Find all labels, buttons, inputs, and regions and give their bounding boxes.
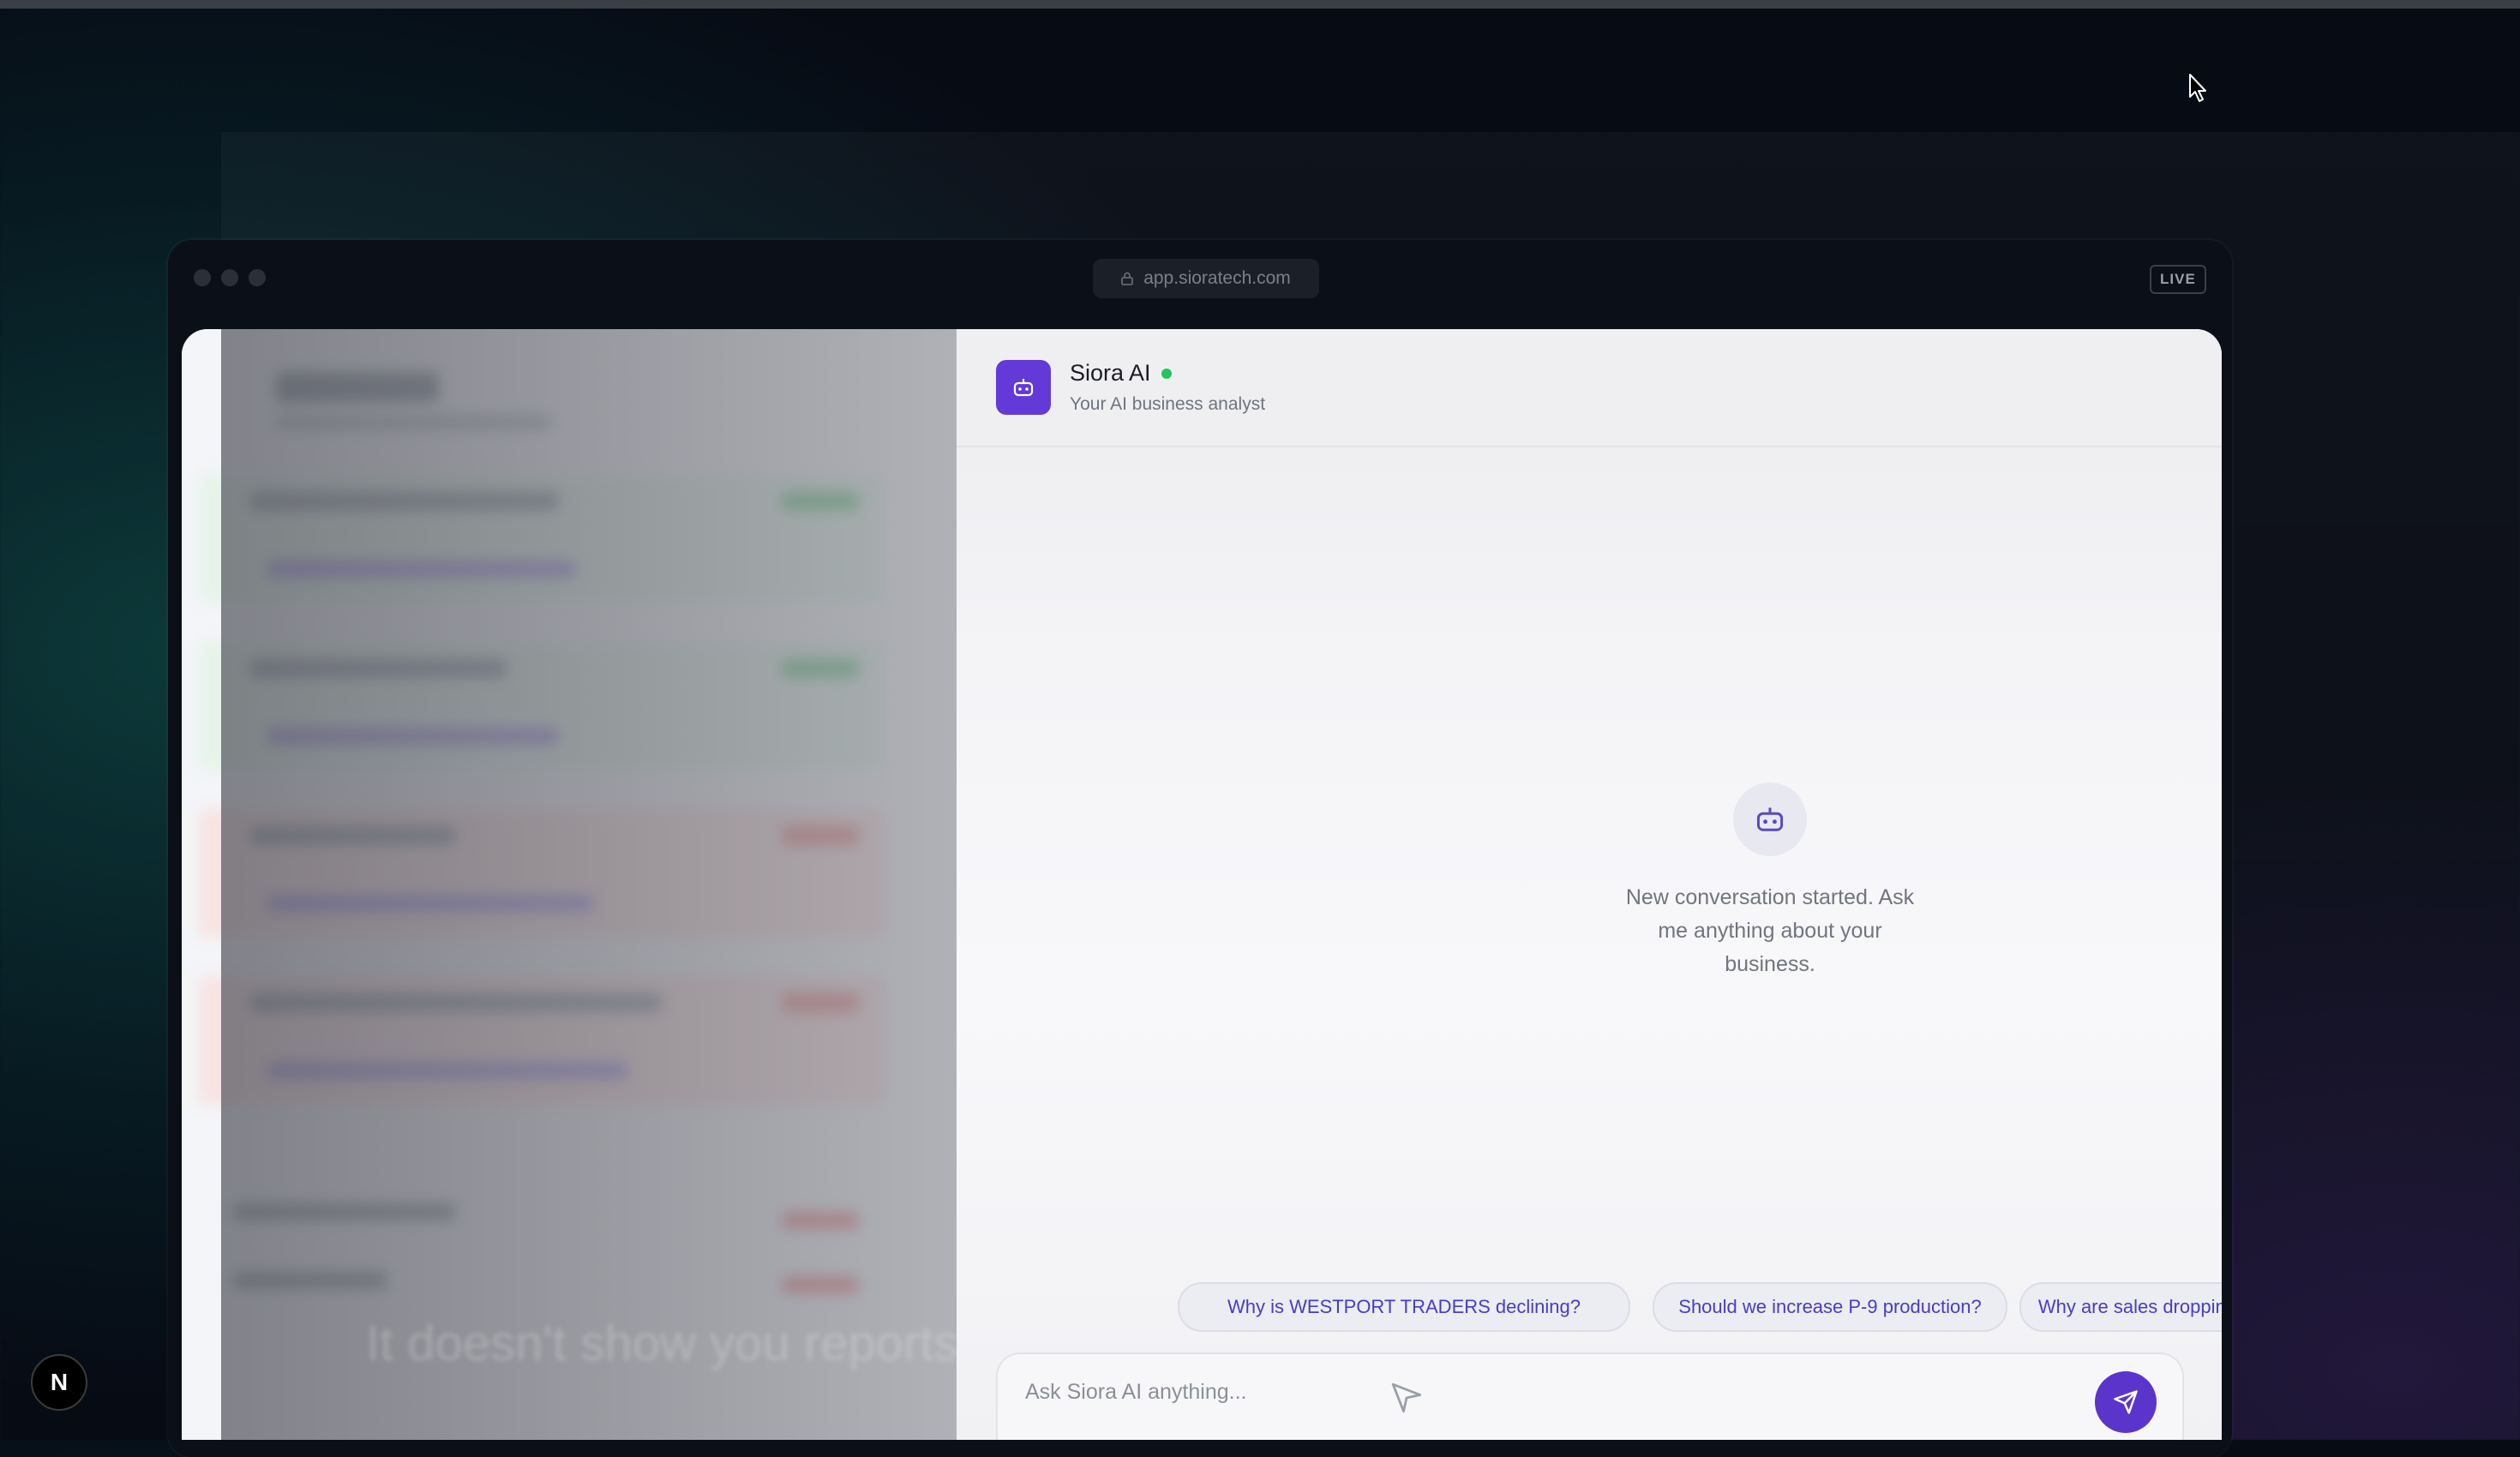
suggestion-chip[interactable]: Why is WESTPORT TRADERS declining? xyxy=(1178,1282,1630,1332)
top-border xyxy=(0,0,2520,9)
background-tagline: It doesn't show you reports. xyxy=(366,1316,973,1371)
url-text: app.sioratech.com xyxy=(1143,268,1291,288)
chat-panel: Siora AI Your AI business analyst New co… xyxy=(957,329,2222,1440)
send-button[interactable] xyxy=(2095,1371,2157,1433)
live-badge: LIVE xyxy=(2150,265,2206,294)
suggestion-chip[interactable]: Should we increase P-9 production? xyxy=(1653,1282,2007,1332)
close-dot[interactable] xyxy=(194,269,211,286)
chat-subtitle: Your AI business analyst xyxy=(1070,394,1266,414)
maximize-dot[interactable] xyxy=(249,269,266,286)
address-bar[interactable]: app.sioratech.com xyxy=(1093,259,1319,298)
chat-input[interactable]: Ask Siora AI anything... xyxy=(996,1352,2184,1440)
chat-title: Siora AI xyxy=(1070,360,1172,387)
minimize-dot[interactable] xyxy=(221,269,238,286)
dashboard-panel-blurred: It doesn't show you reports. xyxy=(182,329,972,1440)
window-controls xyxy=(194,269,266,286)
send-icon xyxy=(2114,1390,2138,1414)
overlay-shade xyxy=(221,329,957,1440)
chat-header: Siora AI Your AI business analyst xyxy=(957,329,2222,447)
chat-input-placeholder: Ask Siora AI anything... xyxy=(1025,1380,1247,1404)
assistant-name: Siora AI xyxy=(1070,360,1151,386)
lock-icon xyxy=(1121,272,1134,285)
robot-icon xyxy=(1756,807,1784,831)
empty-state-icon xyxy=(1733,782,1807,856)
online-status-dot xyxy=(1161,368,1172,379)
robot-icon xyxy=(1013,379,1034,397)
empty-state-message: New conversation started. Ask me anythin… xyxy=(1625,885,1915,976)
suggestion-chip[interactable]: Why are sales dropping in Westport? xyxy=(2019,1282,2222,1332)
nextjs-badge[interactable]: N xyxy=(31,1354,87,1411)
cursor-arrow-icon xyxy=(1391,1382,1422,1413)
app-window: It doesn't show you reports. Siora AI Yo… xyxy=(182,329,2222,1440)
bot-avatar xyxy=(996,360,1051,415)
mouse-pointer-icon xyxy=(2189,74,2206,102)
